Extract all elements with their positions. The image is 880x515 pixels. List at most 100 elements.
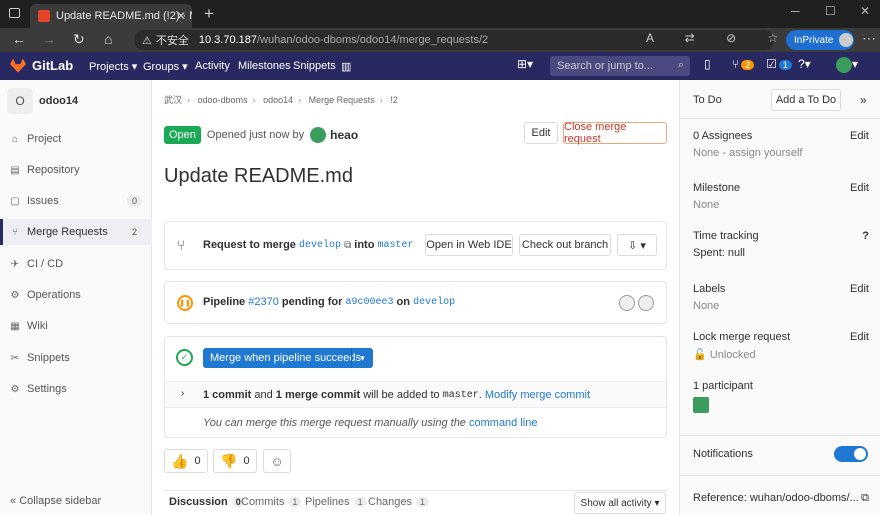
thumbs-up-button[interactable]: 👍 0 bbox=[164, 449, 208, 473]
lock-edit-link[interactable]: Edit bbox=[850, 331, 869, 343]
browser-toolbar: ← → ↻ ⌂ ⚠ 不安全 10.3.70.187 /wuhan/odoo-db… bbox=[0, 28, 880, 52]
todos-nav[interactable]: ☑ 1 bbox=[766, 57, 792, 71]
back-icon[interactable]: ← bbox=[12, 31, 26, 47]
add-todo-button[interactable]: Add a To Do bbox=[771, 89, 841, 111]
collapse-right-sidebar-icon[interactable]: » bbox=[860, 93, 867, 107]
tab-pipelines[interactable]: Pipelines 1 bbox=[305, 496, 367, 508]
thumbs-down-button[interactable]: 👎 0 bbox=[213, 449, 257, 473]
scissors-icon: ✂ bbox=[10, 352, 20, 364]
labels-edit-link[interactable]: Edit bbox=[850, 283, 869, 295]
sidebar-item-project[interactable]: ⌂ Project bbox=[0, 126, 152, 152]
more-icon[interactable]: ⋯ bbox=[862, 30, 876, 47]
close-mr-button[interactable]: Close merge request bbox=[563, 121, 667, 145]
breadcrumb-item[interactable]: odoo14 bbox=[263, 95, 293, 105]
merge-requests-nav[interactable]: ⑂ 2 bbox=[732, 57, 755, 71]
notifications-toggle[interactable] bbox=[834, 446, 868, 462]
participant-avatar[interactable] bbox=[693, 397, 709, 413]
checkout-branch-button[interactable]: Check out branch bbox=[519, 234, 611, 256]
pipeline-status: pending for bbox=[281, 296, 343, 308]
sidebar-item-settings[interactable]: ⚙ Settings bbox=[0, 376, 152, 402]
chart-icon[interactable]: ▥ bbox=[341, 60, 351, 73]
tab-commits[interactable]: Commits 1 bbox=[241, 496, 302, 508]
unlocked-text: Unlocked bbox=[709, 349, 756, 361]
breadcrumb-item[interactable]: odoo-dboms bbox=[198, 95, 248, 105]
chevron-right-icon[interactable]: › bbox=[181, 388, 184, 399]
help-icon[interactable]: ? bbox=[862, 230, 869, 242]
source-branch[interactable]: develop bbox=[299, 240, 341, 251]
todo-count-badge: 1 bbox=[778, 60, 792, 70]
edit-button[interactable]: Edit bbox=[524, 122, 558, 144]
gitlab-navbar: GitLab Projects ▾ Groups ▾ Activity Mile… bbox=[0, 52, 880, 80]
tab-changes[interactable]: Changes 1 bbox=[368, 496, 430, 508]
pipeline-pending-icon: ❚❚ bbox=[177, 295, 193, 311]
milestone-edit-link[interactable]: Edit bbox=[850, 182, 869, 194]
tab-close-icon[interactable]: ✕ bbox=[176, 9, 186, 23]
browser-tab[interactable]: Update README.md (!2) · Merge ✕ bbox=[30, 4, 192, 28]
forward-icon[interactable]: → bbox=[42, 31, 56, 47]
close-window-icon[interactable]: ✕ bbox=[860, 4, 870, 18]
pipeline-id-link[interactable]: #2370 bbox=[248, 296, 279, 308]
user-avatar[interactable]: ▾ bbox=[836, 57, 858, 73]
author-name[interactable]: heao bbox=[330, 128, 358, 142]
issues-nav-icon[interactable]: ▯ bbox=[704, 57, 711, 71]
thumbs-down-count: 0 bbox=[243, 455, 250, 467]
reference-section: Reference: wuhan/odoo-dboms/... ⧉ bbox=[693, 492, 869, 504]
manual-text: You can merge this merge request manuall… bbox=[203, 417, 466, 429]
main-content: 武汉 › odoo-dboms › odoo14 › Merge Requests › … bbox=[153, 80, 678, 515]
commit-sha-link[interactable]: a9c00ee3 bbox=[345, 297, 393, 308]
status-badge: Open bbox=[164, 126, 201, 144]
project-header[interactable]: O odoo14 bbox=[7, 88, 78, 114]
search-input[interactable]: Search or jump to... ⌕ bbox=[550, 56, 690, 76]
breadcrumb-item[interactable]: !2 bbox=[390, 95, 398, 105]
tab-label: Commits bbox=[241, 496, 285, 508]
nav-groups[interactable]: Groups ▾ bbox=[143, 60, 188, 73]
collapse-sidebar-button[interactable]: « Collapse sidebar bbox=[10, 495, 101, 507]
nav-projects[interactable]: Projects ▾ bbox=[89, 60, 137, 73]
sidebar-item-merge-requests[interactable]: ⑂ Merge Requests 2 bbox=[0, 219, 152, 245]
copy-reference-icon[interactable]: ⧉ bbox=[861, 492, 869, 505]
assignees-edit-link[interactable]: Edit bbox=[850, 130, 869, 142]
stage-status-icon[interactable] bbox=[619, 295, 635, 311]
breadcrumb-item[interactable]: 武汉 bbox=[164, 95, 182, 105]
assignee-value[interactable]: None - assign yourself bbox=[693, 147, 869, 159]
inprivate-button[interactable]: InPrivate bbox=[786, 30, 854, 50]
request-to-merge-text: Request to merge develop ⧉ into master bbox=[203, 239, 414, 251]
stage-status-icon[interactable] bbox=[638, 295, 654, 311]
sidebar-item-repository[interactable]: ▤ Repository bbox=[0, 157, 152, 183]
issues-count: 0 bbox=[126, 195, 142, 207]
home-icon[interactable]: ⌂ bbox=[104, 31, 112, 47]
sidebar-item-ci-cd[interactable]: ✈ CI / CD bbox=[0, 251, 152, 277]
minimize-icon[interactable]: ─ bbox=[791, 4, 800, 18]
copy-icon[interactable]: ⧉ bbox=[344, 240, 351, 251]
command-line-link[interactable]: command line bbox=[469, 417, 537, 429]
chevron-down-icon[interactable]: ▾ bbox=[351, 348, 373, 368]
add-reaction-button[interactable]: ☺ bbox=[263, 449, 291, 473]
download-dropdown-button[interactable]: ⇩ ▾ bbox=[617, 234, 657, 256]
maximize-icon[interactable]: ☐ bbox=[825, 4, 836, 18]
nav-snippets[interactable]: Snippets bbox=[293, 60, 336, 72]
sidebar-item-issues[interactable]: ▢ Issues 0 bbox=[0, 188, 152, 214]
sidebar-item-operations[interactable]: ⚙ Operations bbox=[0, 282, 152, 308]
new-tab-icon[interactable]: + bbox=[204, 4, 214, 24]
browser-window-icon[interactable] bbox=[9, 8, 20, 18]
show-all-activity-dropdown[interactable]: Show all activity ▾ bbox=[574, 492, 666, 514]
target-branch[interactable]: master bbox=[378, 240, 414, 251]
nav-milestones[interactable]: Milestones bbox=[238, 60, 291, 72]
sidebar-item-snippets[interactable]: ✂ Snippets bbox=[0, 345, 152, 371]
gitlab-logo[interactable]: GitLab bbox=[10, 58, 73, 73]
project-sidebar: O odoo14 ⌂ Project ▤ Repository ▢ Issues 0 ⑂… bbox=[0, 80, 152, 515]
refresh-icon[interactable]: ↻ bbox=[73, 31, 85, 48]
breadcrumb-item[interactable]: Merge Requests bbox=[309, 95, 375, 105]
right-sidebar: To Do Add a To Do » 0 Assignees None - a… bbox=[679, 80, 880, 515]
gitlab-favicon-icon bbox=[38, 10, 50, 22]
nav-activity[interactable]: Activity bbox=[195, 60, 230, 72]
sidebar-item-wiki[interactable]: ▦ Wiki bbox=[0, 313, 152, 339]
time-tracking-section: Time tracking Spent: null ? bbox=[693, 230, 869, 259]
help-icon[interactable]: ?▾ bbox=[798, 57, 811, 71]
pipeline-branch-link[interactable]: develop bbox=[413, 297, 455, 308]
open-web-ide-button[interactable]: Open in Web IDE bbox=[425, 234, 513, 256]
modify-merge-commit-link[interactable]: Modify merge commit bbox=[485, 389, 590, 401]
tab-discussion[interactable]: Discussion 0 bbox=[169, 496, 245, 508]
merge-button[interactable]: Merge when pipeline succeeds ▾ bbox=[203, 348, 373, 368]
plus-icon[interactable]: ⊞▾ bbox=[517, 57, 533, 71]
